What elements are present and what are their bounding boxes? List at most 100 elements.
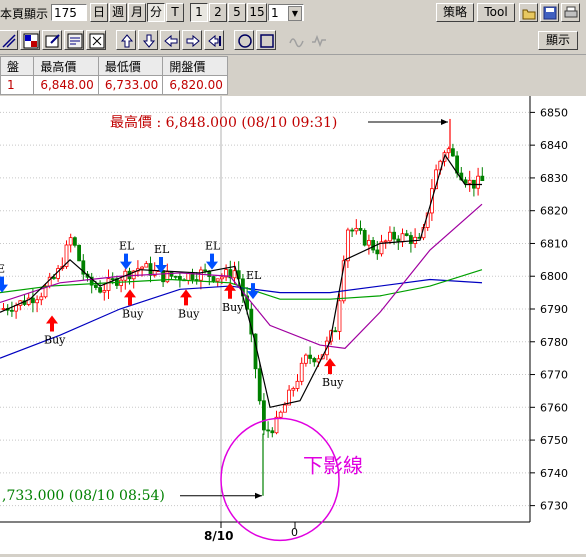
candle-body xyxy=(299,362,304,382)
candle-body xyxy=(371,240,376,251)
candle-body xyxy=(215,278,220,282)
candle-body xyxy=(375,249,380,255)
table-header-cell: 盤 xyxy=(0,56,35,76)
table-cell-high: 6,848.00 xyxy=(33,75,99,95)
y-tick-label: 6770 xyxy=(540,369,568,382)
draw-line-icon[interactable] xyxy=(0,30,18,50)
candle-body xyxy=(173,275,178,278)
save-icon[interactable] xyxy=(540,3,559,22)
y-tick-label: 6820 xyxy=(540,205,568,218)
exit-long-arrow-icon xyxy=(120,253,132,270)
circle-tool-icon[interactable] xyxy=(234,30,254,50)
properties-icon[interactable] xyxy=(64,30,84,50)
candle-body xyxy=(350,229,355,232)
arrow-left-icon[interactable] xyxy=(160,30,180,50)
table-header-high: 最高價 xyxy=(33,56,99,76)
chart-area[interactable]: 6850 6840 6830 6820 6810 6800 6790 6780 6770 6760… xyxy=(0,96,586,554)
candle-body xyxy=(73,237,77,246)
candle-body xyxy=(333,330,338,333)
candle-body xyxy=(383,240,388,243)
exit-long-signal-label: EL xyxy=(246,269,262,282)
candle-body xyxy=(282,404,287,413)
candle-body xyxy=(450,148,455,157)
candle-body xyxy=(404,233,409,236)
tool-button[interactable]: Tool xyxy=(477,3,515,22)
candle-body xyxy=(77,244,81,262)
interval-15-button[interactable]: 15 xyxy=(247,3,267,22)
arrow-down-icon[interactable] xyxy=(138,30,158,50)
candle-body xyxy=(366,240,371,246)
exit-long-arrow-icon xyxy=(0,276,8,293)
exit-long-signal-label: E xyxy=(0,263,5,276)
buy-arrow-icon xyxy=(324,358,336,375)
arrow-right-icon[interactable] xyxy=(182,30,202,50)
y-tick-label: 6750 xyxy=(540,434,568,447)
candle-body xyxy=(35,299,39,304)
candle-body xyxy=(98,287,102,293)
candle-body xyxy=(94,284,98,288)
exit-long-signal-label: EL xyxy=(119,240,135,253)
y-tick-label: 6780 xyxy=(540,336,568,349)
buy-signal-label: Buy xyxy=(178,307,200,320)
period-day-button[interactable]: 日 xyxy=(90,3,108,22)
candle-body xyxy=(198,269,203,281)
print-icon[interactable] xyxy=(561,3,580,22)
candle-body xyxy=(480,175,485,182)
candle-body xyxy=(1,308,6,310)
buy-arrow-icon xyxy=(46,315,58,332)
lower-shadow-label: 下影線 xyxy=(303,453,363,477)
buy-signal-label: Buy xyxy=(222,301,244,314)
candle-body xyxy=(140,266,145,270)
candle-body xyxy=(408,235,413,244)
table-cell: 1 xyxy=(0,75,35,95)
candle-body xyxy=(110,278,115,281)
period-tick-button[interactable]: T xyxy=(166,3,184,22)
buy-signal-label: Buy xyxy=(322,376,344,389)
period-week-button[interactable]: 週 xyxy=(109,3,127,22)
table-header-low: 最低價 xyxy=(97,56,164,76)
rectangle-tool-icon[interactable] xyxy=(256,30,276,50)
y-tick-label: 6760 xyxy=(540,401,568,414)
table-cell-low: 6,733.00 xyxy=(97,75,164,95)
exit-long-signal-label: EL xyxy=(205,240,221,253)
open-folder-icon[interactable] xyxy=(519,3,538,22)
y-tick-label: 6800 xyxy=(540,270,568,283)
interval-select-value: 1 xyxy=(271,6,279,20)
goto-end-icon[interactable] xyxy=(204,30,224,50)
table-cell-open: 6,820.00 xyxy=(162,75,228,95)
candle-body xyxy=(177,275,182,281)
candle-body xyxy=(257,368,262,402)
candle-body xyxy=(148,263,153,276)
display-button[interactable]: 顯示 xyxy=(538,31,578,50)
candle-body xyxy=(476,175,481,189)
interval-2-button[interactable]: 2 xyxy=(209,3,227,22)
candle-body xyxy=(291,388,296,391)
candle-body xyxy=(203,269,208,272)
edit-icon[interactable] xyxy=(42,30,62,50)
zoom-box-icon[interactable] xyxy=(86,30,106,50)
candle-body xyxy=(169,271,174,277)
toolbar-tools: 顯示 xyxy=(0,26,586,55)
color-palette-icon[interactable] xyxy=(20,30,40,50)
candlestick-chart[interactable]: 6850 6840 6830 6820 6810 6800 6790 6780 6770 6760… xyxy=(0,96,586,554)
chevron-down-icon[interactable]: ▼ xyxy=(288,6,302,21)
interval-5-button[interactable]: 5 xyxy=(228,3,246,22)
period-month-button[interactable]: 月 xyxy=(128,3,146,22)
arrow-up-icon[interactable] xyxy=(116,30,136,50)
wave-tool-icon xyxy=(286,30,306,50)
buy-signal-label: Buy xyxy=(44,334,66,347)
candle-body xyxy=(354,228,359,232)
toolbar-top: 本頁顯示 175 日 週 月 分 T 1 2 5 15 1 ▼ 策略 Tool xyxy=(0,0,586,26)
period-minute-button[interactable]: 分 xyxy=(147,3,165,22)
candle-body xyxy=(274,416,279,434)
candle-body xyxy=(266,429,271,432)
candle-body xyxy=(467,179,472,184)
candle-body xyxy=(387,231,392,242)
page-count-input[interactable]: 175 xyxy=(51,4,87,21)
interval-select[interactable]: 1 ▼ xyxy=(268,4,304,21)
x-tick-label: 8/10 xyxy=(204,529,233,543)
y-tick-label: 6730 xyxy=(540,500,568,513)
strategy-button[interactable]: 策略 xyxy=(436,3,474,22)
interval-1-button[interactable]: 1 xyxy=(190,3,208,22)
buy-arrow-icon xyxy=(224,282,236,299)
